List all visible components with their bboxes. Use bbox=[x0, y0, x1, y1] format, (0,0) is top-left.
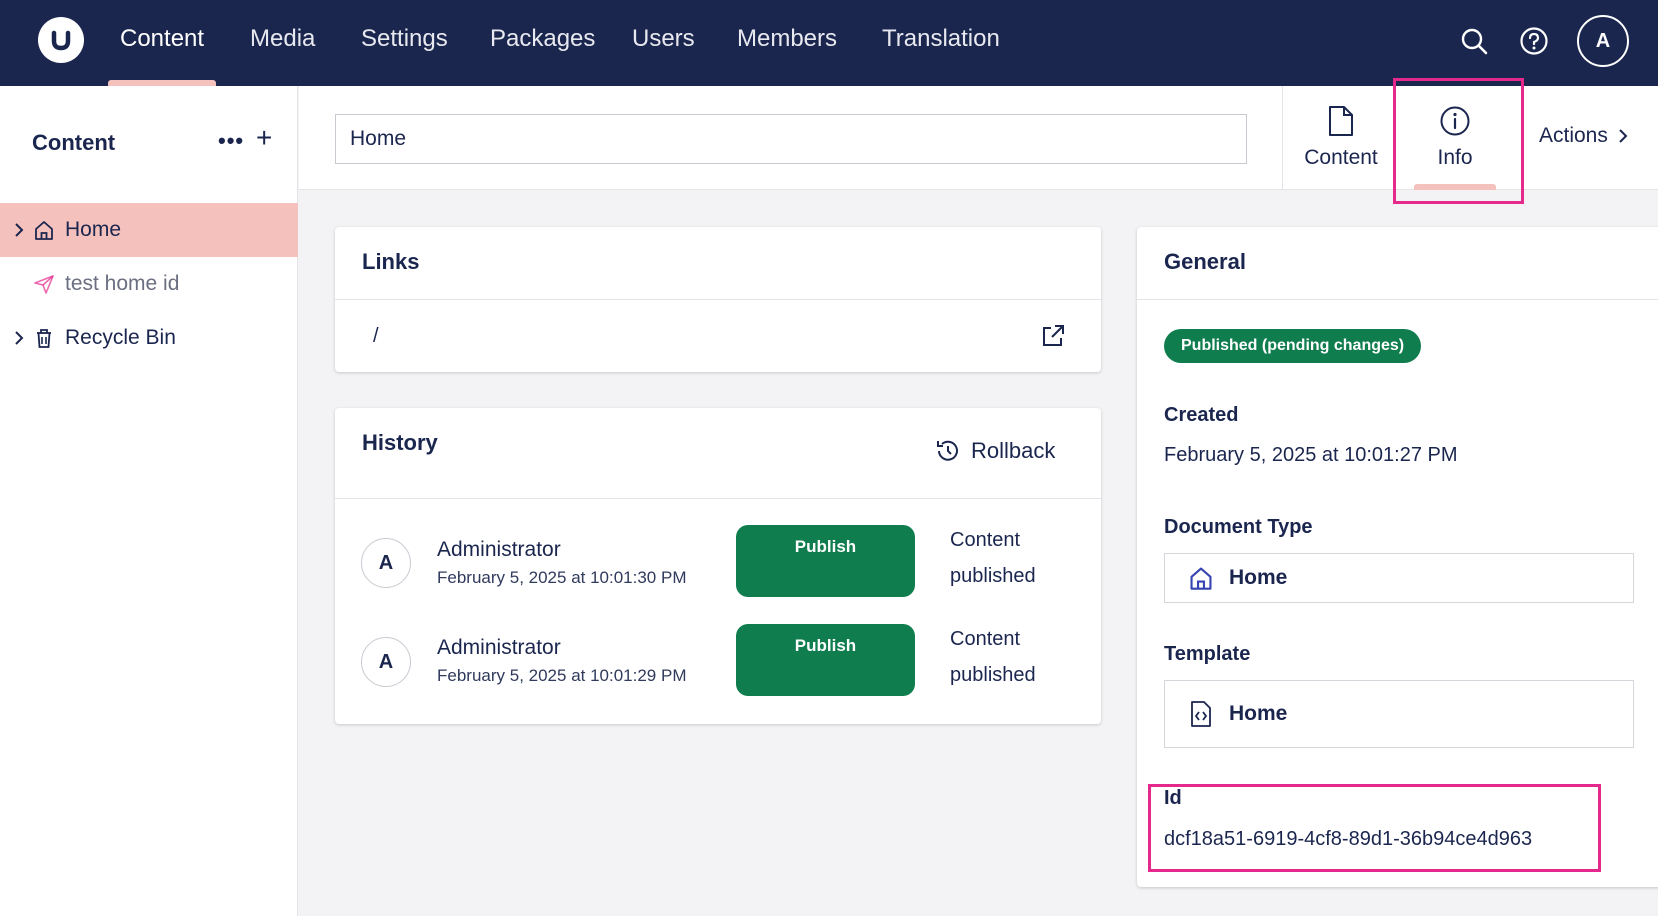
general-title: General bbox=[1164, 249, 1246, 274]
template-ref[interactable]: Home bbox=[1164, 680, 1634, 748]
rollback-label: Rollback bbox=[971, 438, 1056, 463]
template-label: Template bbox=[1164, 643, 1251, 665]
document-type-ref[interactable]: Home bbox=[1164, 553, 1634, 603]
history-date: February 5, 2025 at 10:01:30 PM bbox=[437, 568, 687, 587]
created-value: February 5, 2025 at 10:01:27 PM bbox=[1164, 444, 1458, 466]
top-navigation-bar: Content Media Settings Packages Users Me… bbox=[0, 0, 1658, 86]
tree-item-label: test home id bbox=[65, 272, 180, 295]
card-divider bbox=[335, 299, 1101, 300]
status-badge: Published (pending changes) bbox=[1164, 329, 1422, 363]
external-link-icon[interactable] bbox=[1040, 323, 1066, 349]
document-type-label: Document Type bbox=[1164, 516, 1313, 538]
document-icon bbox=[1324, 104, 1358, 138]
tree-item-test-home-id[interactable]: test home id bbox=[0, 257, 298, 311]
chevron-right-icon[interactable] bbox=[12, 330, 26, 346]
card-divider bbox=[335, 498, 1101, 499]
avatar: A bbox=[361, 538, 411, 588]
send-icon bbox=[32, 272, 56, 296]
chevron-right-icon[interactable] bbox=[12, 222, 26, 238]
tree-item-label: Home bbox=[65, 218, 122, 241]
links-card: Links / bbox=[335, 227, 1101, 372]
more-options-button[interactable]: ••• bbox=[218, 128, 244, 154]
links-title: Links bbox=[362, 249, 420, 274]
help-icon[interactable] bbox=[1517, 24, 1551, 58]
sidebar-title: Content bbox=[32, 130, 116, 155]
tab-label: Content bbox=[1304, 146, 1378, 169]
nav-users[interactable]: Users bbox=[632, 24, 695, 54]
tree-item-label: Recycle Bin bbox=[65, 326, 176, 349]
created-label: Created bbox=[1164, 404, 1239, 426]
tab-label: Info bbox=[1437, 146, 1473, 169]
avatar: A bbox=[361, 637, 411, 687]
trash-icon bbox=[32, 326, 56, 350]
tree-item-recycle-bin[interactable]: Recycle Bin bbox=[0, 311, 298, 365]
id-label: Id bbox=[1164, 787, 1182, 809]
actions-label: Actions bbox=[1539, 124, 1608, 147]
nav-members[interactable]: Members bbox=[737, 24, 837, 54]
home-icon bbox=[32, 218, 56, 242]
card-divider bbox=[1137, 299, 1658, 300]
general-card: General Published (pending changes) Crea… bbox=[1137, 227, 1658, 887]
nav-packages[interactable]: Packages bbox=[490, 24, 595, 54]
editor-header: Content Info Actions bbox=[299, 86, 1658, 190]
nav-content[interactable]: Content bbox=[120, 24, 204, 54]
history-title: History bbox=[362, 430, 438, 455]
actions-menu-button[interactable]: Actions bbox=[1539, 124, 1628, 148]
active-tab-indicator bbox=[1414, 184, 1496, 190]
code-file-icon bbox=[1187, 700, 1215, 728]
info-icon bbox=[1438, 104, 1472, 138]
document-name-input[interactable] bbox=[335, 114, 1247, 164]
nav-media[interactable]: Media bbox=[250, 24, 315, 54]
tab-info[interactable]: Info bbox=[1395, 86, 1515, 190]
history-icon bbox=[937, 440, 958, 461]
nav-settings[interactable]: Settings bbox=[361, 24, 448, 54]
chevron-right-icon bbox=[1619, 129, 1628, 143]
tab-content[interactable]: Content bbox=[1281, 86, 1401, 190]
home-icon bbox=[1187, 564, 1215, 592]
user-avatar[interactable]: A bbox=[1577, 15, 1629, 67]
history-status: Content published bbox=[950, 628, 1036, 686]
content-sidebar: Content ••• + Home test home id Recycle … bbox=[0, 86, 298, 916]
history-status: Content published bbox=[950, 529, 1036, 587]
link-url[interactable]: / bbox=[373, 325, 379, 348]
id-value: dcf18a51-6919-4cf8-89d1-36b94ce4d963 bbox=[1164, 828, 1533, 850]
umbraco-logo[interactable] bbox=[38, 17, 84, 63]
history-card: History Rollback A Administrator Februar… bbox=[335, 408, 1101, 724]
history-user: Administrator bbox=[437, 538, 561, 561]
template-value: Home bbox=[1229, 702, 1288, 725]
nav-translation[interactable]: Translation bbox=[882, 24, 1000, 54]
publish-action-tag: Publish bbox=[736, 624, 915, 696]
history-user: Administrator bbox=[437, 636, 561, 659]
history-date: February 5, 2025 at 10:01:29 PM bbox=[437, 666, 687, 685]
document-type-value: Home bbox=[1229, 566, 1288, 589]
rollback-button[interactable]: Rollback bbox=[935, 438, 1055, 464]
add-content-button[interactable]: + bbox=[256, 122, 272, 154]
umbraco-logo-icon bbox=[51, 30, 71, 51]
tree-item-home[interactable]: Home bbox=[0, 203, 298, 257]
search-icon[interactable] bbox=[1457, 24, 1491, 58]
publish-action-tag: Publish bbox=[736, 525, 915, 597]
